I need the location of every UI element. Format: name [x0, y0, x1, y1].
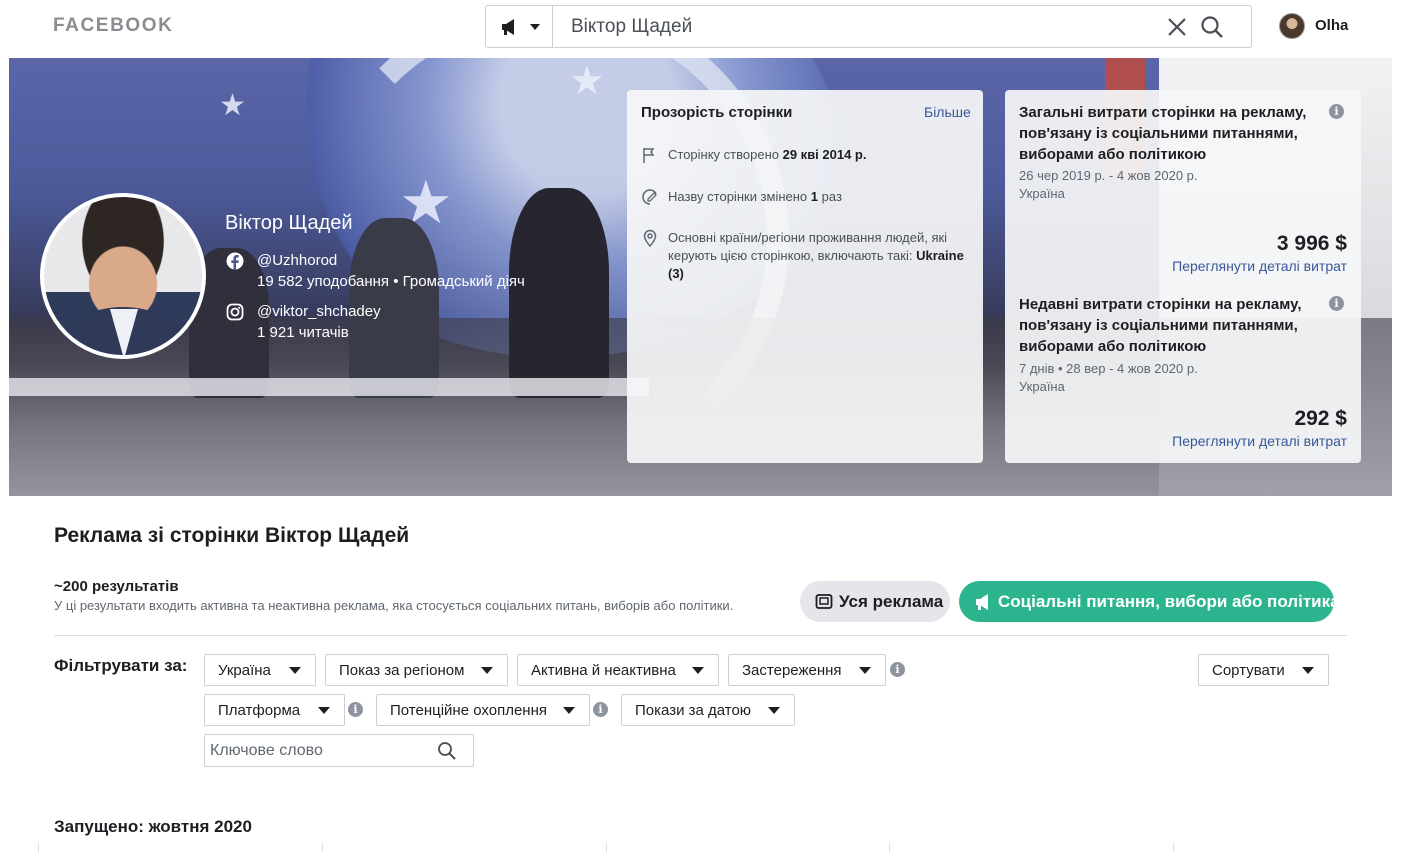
chevron-down-icon [289, 667, 301, 674]
top-bar: FACEBOOK Віктор Щадей Olha [0, 0, 1408, 56]
search-type-dropdown[interactable] [486, 6, 553, 47]
transparency-title: Прозорість сторінки [641, 104, 793, 121]
filter-platform-label: Платформа [218, 702, 301, 719]
filter-reach-dropdown[interactable]: Потенційне охоплення [376, 694, 590, 726]
launched-date-heading: Запущено: жовтня 2020 [54, 817, 252, 836]
filter-status-dropdown[interactable]: Активна й неактивна [517, 654, 719, 686]
filter-date-dropdown[interactable]: Покази за датою [621, 694, 795, 726]
info-icon[interactable]: i [1329, 104, 1344, 119]
chevron-down-icon [692, 667, 704, 674]
chevron-down-icon [530, 24, 540, 30]
avatar [1279, 13, 1305, 39]
info-icon[interactable]: i [348, 702, 363, 717]
filter-reach-label: Потенційне охоплення [390, 702, 547, 719]
renamed-label: Назву сторінки змінено [668, 189, 808, 204]
page-transparency-card: Прозорість сторінки Більше Сторінку ство… [627, 90, 983, 463]
location-pin-icon [643, 229, 657, 247]
instagram-handle[interactable]: @viktor_shchadey [257, 301, 381, 322]
instagram-icon [226, 303, 244, 321]
filter-status-label: Активна й неактивна [531, 662, 676, 679]
page-profile-photo[interactable] [40, 193, 206, 359]
ad-card-edge [38, 843, 39, 852]
search-bar: Віктор Щадей [485, 5, 1252, 48]
filter-region-label: Показ за регіоном [339, 662, 465, 679]
sort-dropdown[interactable]: Сортувати [1198, 654, 1329, 686]
social-issues-button[interactable]: Соціальні питання, вибори або політика [959, 581, 1340, 622]
ad-card-edge [606, 843, 607, 852]
close-icon[interactable] [1166, 16, 1188, 38]
sort-label: Сортувати [1212, 662, 1285, 679]
chevron-down-icon [563, 707, 575, 714]
page-name[interactable]: Віктор Щадей [225, 212, 353, 235]
chevron-down-icon [768, 707, 780, 714]
facebook-logo[interactable]: FACEBOOK [53, 15, 173, 37]
filter-disclaimer-dropdown[interactable]: Застереження [728, 654, 886, 686]
search-icon[interactable] [437, 741, 457, 761]
filter-date-label: Покази за датою [635, 702, 752, 719]
renamed-count: 1 [810, 189, 819, 204]
info-icon[interactable]: i [593, 702, 608, 717]
info-icon[interactable]: i [1329, 296, 1344, 311]
facebook-handle[interactable]: @Uzhhorod [257, 250, 337, 271]
recent-spend-country: Україна [1019, 379, 1065, 394]
filter-disclaimer-label: Застереження [742, 662, 842, 679]
filter-country-label: Україна [218, 662, 271, 679]
all-ads-label: Уся реклама [839, 592, 944, 611]
social-issues-label: Соціальні питання, вибори або політика [998, 592, 1340, 611]
total-spend-amount: 3 996 $ [1276, 232, 1347, 255]
user-name: Olha [1315, 17, 1349, 34]
ads-section-title: Реклама зі сторінки Віктор Щадей [54, 524, 410, 547]
divider [54, 635, 1347, 636]
recent-spend-amount: 292 $ [1294, 407, 1347, 430]
chevron-down-icon [1302, 667, 1314, 674]
chevron-down-icon [481, 667, 493, 674]
created-date: 29 кві 2014 р. [782, 147, 867, 162]
recent-spend-details-link[interactable]: Переглянути деталі витрат [1172, 433, 1347, 449]
renamed-suffix: раз [821, 189, 842, 204]
chevron-down-icon [318, 707, 330, 714]
filter-region-dropdown[interactable]: Показ за регіоном [325, 654, 508, 686]
facebook-icon [226, 252, 244, 270]
ad-card-edge [322, 843, 323, 852]
info-icon[interactable]: i [890, 662, 905, 677]
filter-platform-dropdown[interactable]: Платформа [204, 694, 345, 726]
total-spend-title: Загальні витрати сторінки на рекламу, по… [1019, 104, 1307, 163]
all-ads-button[interactable]: Уся реклама [800, 581, 950, 622]
recent-spend-title: Недавні витрати сторінки на рекламу, пов… [1019, 296, 1302, 355]
countries-label: Основні країни/регіони проживання людей,… [668, 230, 948, 263]
total-spend-details-link[interactable]: Переглянути деталі витрат [1172, 258, 1347, 274]
ad-icon [815, 594, 833, 609]
instagram-meta: 1 921 читачів [257, 324, 349, 341]
ad-card-edge [1173, 843, 1174, 852]
transparency-more-link[interactable]: Більше [924, 104, 971, 120]
results-count: ~200 результатів [54, 578, 179, 595]
filter-label: Фільтрувати за: [54, 656, 188, 675]
created-label: Сторінку створено [668, 147, 779, 162]
filter-country-dropdown[interactable]: Україна [204, 654, 316, 686]
keyword-input[interactable] [205, 735, 425, 766]
results-description: У ці результати входить активна та неакт… [54, 598, 734, 613]
megaphone-icon [502, 19, 514, 35]
recent-spend-period: 7 днів • 28 вер - 4 жов 2020 р. [1019, 361, 1198, 376]
search-input[interactable]: Віктор Щадей [571, 16, 692, 38]
ad-card-edge [889, 843, 890, 852]
flag-icon [643, 148, 655, 163]
total-spend-country: Україна [1019, 186, 1065, 201]
total-spend-period: 26 чер 2019 р. - 4 жов 2020 р. [1019, 168, 1198, 183]
megaphone-icon [976, 594, 988, 610]
ad-spend-card: Загальні витрати сторінки на рекламу, по… [1005, 90, 1361, 463]
search-icon[interactable] [1200, 15, 1224, 39]
chevron-down-icon [859, 667, 871, 674]
keyword-search [204, 734, 474, 767]
edit-history-icon [642, 189, 657, 205]
facebook-meta: 19 582 уподобання • Громадський діяч [257, 273, 525, 290]
